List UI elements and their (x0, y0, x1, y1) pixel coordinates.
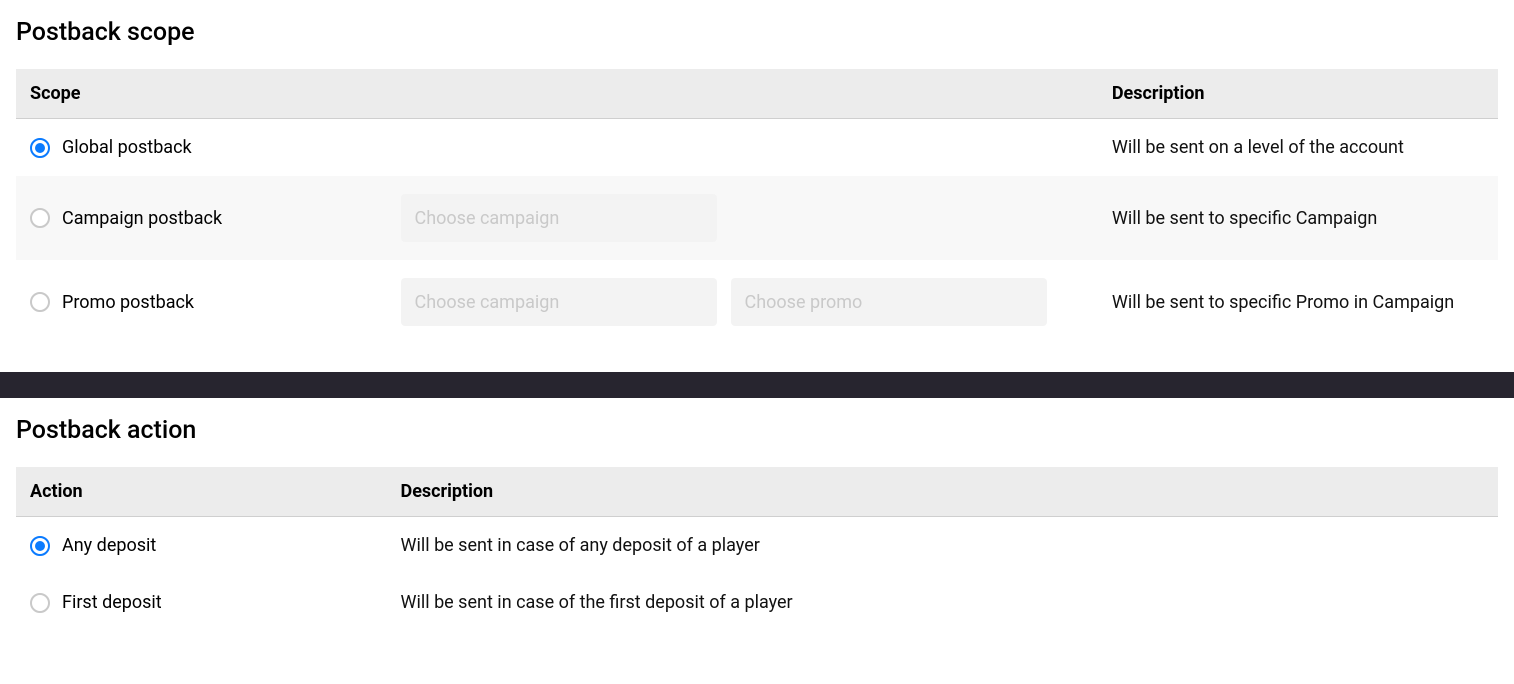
radio-label-any-deposit: Any deposit (62, 535, 156, 556)
action-desc-any-deposit: Will be sent in case of any deposit of a… (387, 517, 1499, 575)
header-action: Action (16, 467, 387, 517)
radio-wrap-global[interactable]: Global postback (30, 137, 373, 158)
radio-wrap-promo[interactable]: Promo postback (30, 292, 373, 313)
radio-icon[interactable] (30, 138, 50, 158)
radio-icon[interactable] (30, 536, 50, 556)
radio-wrap-campaign[interactable]: Campaign postback (30, 208, 373, 229)
scope-table: Scope Description Global postback Will b… (16, 69, 1498, 344)
radio-label-first-deposit: First deposit (62, 592, 162, 613)
select-placeholder: Choose campaign (415, 208, 560, 229)
scope-desc-campaign: Will be sent to specific Campaign (1098, 176, 1498, 260)
select-campaign-for-promo[interactable]: Choose campaign (401, 278, 717, 326)
header-description: Description (1098, 69, 1498, 119)
action-desc-first-deposit: Will be sent in case of the first deposi… (387, 574, 1499, 631)
radio-icon[interactable] (30, 208, 50, 228)
divider-band (0, 372, 1514, 398)
scope-row-campaign: Campaign postback Choose campaign Will b… (16, 176, 1498, 260)
scope-desc-promo: Will be sent to specific Promo in Campai… (1098, 260, 1498, 344)
header-selects-blank (387, 69, 1098, 119)
header-action-description: Description (387, 467, 1499, 517)
select-placeholder: Choose campaign (415, 292, 560, 313)
scope-row-promo: Promo postback Choose campaign Choose pr… (16, 260, 1498, 344)
select-campaign-for-campaign[interactable]: Choose campaign (401, 194, 717, 242)
select-placeholder: Choose promo (745, 292, 863, 313)
radio-label-campaign: Campaign postback (62, 208, 222, 229)
section-title-action: Postback action (16, 398, 1498, 467)
select-promo-for-promo[interactable]: Choose promo (731, 278, 1047, 326)
header-scope: Scope (16, 69, 387, 119)
radio-wrap-first-deposit[interactable]: First deposit (30, 592, 373, 613)
action-table: Action Description Any deposit Will be s… (16, 467, 1498, 631)
scope-table-header-row: Scope Description (16, 69, 1498, 119)
scope-desc-global: Will be sent on a level of the account (1098, 119, 1498, 177)
radio-wrap-any-deposit[interactable]: Any deposit (30, 535, 373, 556)
radio-icon[interactable] (30, 292, 50, 312)
radio-icon[interactable] (30, 593, 50, 613)
action-table-header-row: Action Description (16, 467, 1498, 517)
action-row-any-deposit: Any deposit Will be sent in case of any … (16, 517, 1498, 575)
section-title-scope: Postback scope (16, 0, 1498, 69)
radio-label-global: Global postback (62, 137, 192, 158)
postback-action-section: Postback action Action Description Any d… (0, 398, 1514, 631)
postback-scope-section: Postback scope Scope Description Global … (0, 0, 1514, 344)
action-row-first-deposit: First deposit Will be sent in case of th… (16, 574, 1498, 631)
scope-row-global: Global postback Will be sent on a level … (16, 119, 1498, 177)
radio-label-promo: Promo postback (62, 292, 194, 313)
